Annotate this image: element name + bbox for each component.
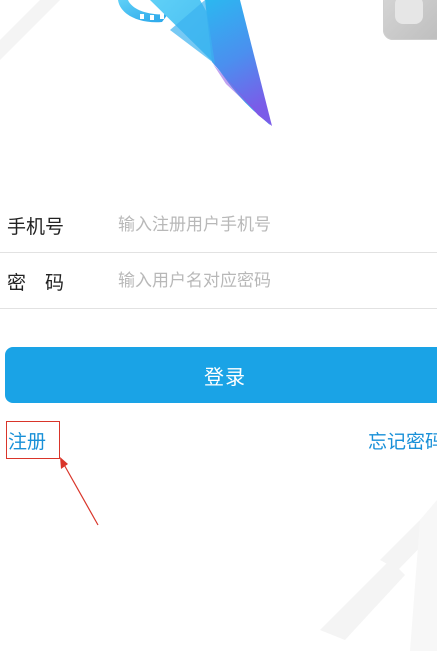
film-reel-logo-icon bbox=[118, 0, 272, 126]
login-button[interactable]: 登录 bbox=[5, 347, 437, 403]
forgot-password-link[interactable]: 忘记密码 bbox=[368, 427, 437, 454]
phone-field-row: 手机号 bbox=[0, 197, 437, 253]
register-label: 注册 bbox=[8, 430, 47, 453]
annotation-arrow-icon bbox=[60, 457, 99, 526]
password-divider bbox=[0, 308, 437, 309]
register-link[interactable]: 注册 bbox=[6, 421, 60, 459]
phone-label: 手机号 bbox=[7, 215, 65, 238]
password-input[interactable] bbox=[118, 271, 418, 291]
phone-input[interactable] bbox=[118, 215, 418, 235]
password-label: 密 码 bbox=[7, 271, 65, 294]
corner-widget bbox=[383, 0, 437, 40]
password-field-row: 密 码 bbox=[0, 253, 437, 309]
